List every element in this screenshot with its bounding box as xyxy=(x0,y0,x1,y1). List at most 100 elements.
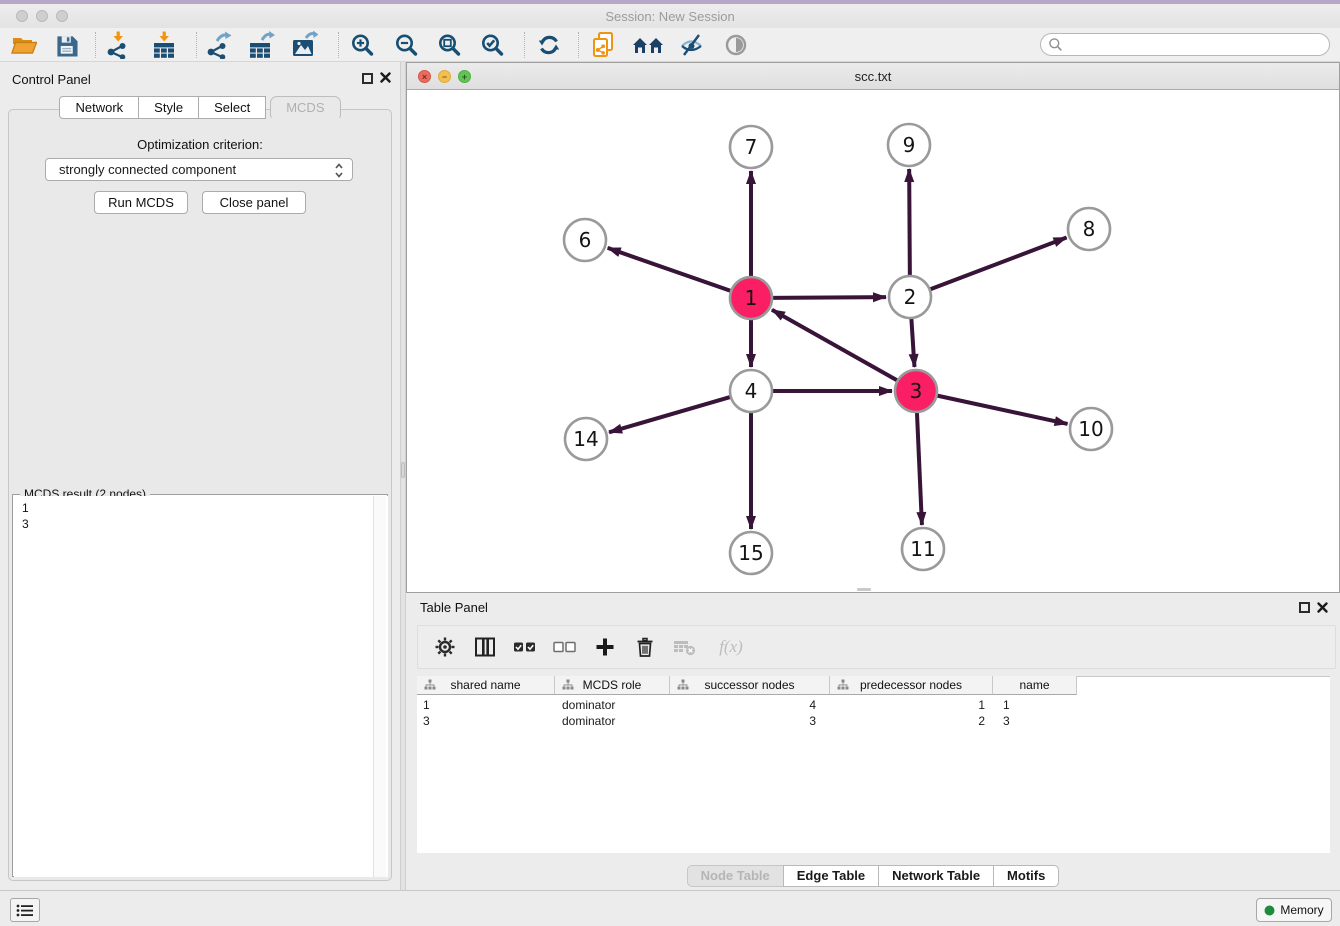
edge-1-6[interactable] xyxy=(608,248,732,291)
function-builder-icon[interactable]: f(x) xyxy=(712,634,750,660)
gear-icon[interactable] xyxy=(432,634,458,660)
node-3[interactable]: 3 xyxy=(895,370,937,412)
column-header-predecessor-nodes[interactable]: predecessor nodes xyxy=(830,676,993,695)
delete-icon[interactable] xyxy=(632,634,658,660)
sort-hierarchy-icon xyxy=(424,679,436,691)
cell[interactable]: dominator xyxy=(555,697,670,713)
tab-select[interactable]: Select xyxy=(198,96,266,119)
column-header-MCDS-role[interactable]: MCDS role xyxy=(555,676,670,695)
cell[interactable]: 3 xyxy=(670,713,830,729)
cell[interactable]: 2 xyxy=(830,713,993,729)
list-icon xyxy=(16,903,34,918)
memory-button[interactable]: Memory xyxy=(1256,898,1332,922)
mcds-result-list[interactable]: 13 xyxy=(14,496,388,877)
cell[interactable]: 1 xyxy=(993,697,1077,713)
export-image-icon[interactable] xyxy=(286,31,322,59)
edge-3-10[interactable] xyxy=(936,395,1068,424)
export-network-icon[interactable] xyxy=(200,31,236,59)
column-header-name[interactable]: name xyxy=(993,676,1077,695)
global-search-field[interactable] xyxy=(1040,33,1330,56)
tab-motifs[interactable]: Motifs xyxy=(993,865,1059,887)
zoom-in-icon[interactable] xyxy=(344,31,380,59)
app-titlebar[interactable]: Session: New Session xyxy=(0,4,1340,28)
node-14[interactable]: 14 xyxy=(565,418,607,460)
tab-mcds[interactable]: MCDS xyxy=(270,96,340,119)
zoom-fit-icon[interactable] xyxy=(431,31,467,59)
cell[interactable]: 3 xyxy=(417,713,555,729)
result-item: 1 xyxy=(22,500,388,516)
close-panel-icon[interactable] xyxy=(379,71,392,84)
table-panel: Table Panel f(x) shared nameMCDS rolesuc xyxy=(406,595,1340,890)
save-session-icon[interactable] xyxy=(48,31,84,59)
network-window-titlebar[interactable]: × − + scc.txt xyxy=(407,63,1339,90)
select-all-icon[interactable] xyxy=(512,634,538,660)
node-15[interactable]: 15 xyxy=(730,532,772,574)
node-1[interactable]: 1 xyxy=(730,277,772,319)
close-table-panel-icon[interactable] xyxy=(1316,601,1329,614)
first-neighbors-icon[interactable] xyxy=(630,31,666,59)
float-table-panel-icon[interactable] xyxy=(1299,602,1310,613)
tab-node-table[interactable]: Node Table xyxy=(687,865,784,887)
clone-network-icon[interactable] xyxy=(586,31,622,59)
memory-status-icon xyxy=(1264,905,1275,916)
window-title: Session: New Session xyxy=(0,9,1340,24)
result-scrollbar[interactable] xyxy=(373,496,386,877)
node-9[interactable]: 9 xyxy=(888,124,930,166)
hide-selected-icon[interactable] xyxy=(674,31,710,59)
zoom-out-icon[interactable] xyxy=(388,31,424,59)
cell[interactable]: 1 xyxy=(417,697,555,713)
edge-2-3[interactable] xyxy=(911,317,914,367)
edge-2-9[interactable] xyxy=(909,169,910,277)
node-4[interactable]: 4 xyxy=(730,370,772,412)
chevron-updown-icon xyxy=(334,162,344,179)
open-session-icon[interactable] xyxy=(6,31,42,59)
tab-edge-table[interactable]: Edge Table xyxy=(783,865,879,887)
add-icon[interactable] xyxy=(592,634,618,660)
splitter-handle[interactable] xyxy=(401,462,405,478)
node-2[interactable]: 2 xyxy=(889,276,931,318)
column-header-successor-nodes[interactable]: successor nodes xyxy=(670,676,830,695)
show-all-icon[interactable] xyxy=(718,31,754,59)
horizontal-splitter-handle[interactable] xyxy=(857,588,871,591)
cell[interactable]: dominator xyxy=(555,713,670,729)
control-panel-tabs: NetworkStyleSelectMCDS xyxy=(0,96,400,119)
network-graph[interactable]: 7 9 6 8 1 2 4 3 14 10 15 11 xyxy=(407,91,1339,592)
export-table-icon[interactable] xyxy=(243,31,279,59)
close-panel-button[interactable]: Close panel xyxy=(202,191,306,214)
table-row[interactable]: 1dominator411 xyxy=(417,697,1330,713)
table-row[interactable]: 3dominator323 xyxy=(417,713,1330,729)
task-history-button[interactable] xyxy=(10,898,40,922)
node-6[interactable]: 6 xyxy=(564,219,606,261)
deselect-all-icon[interactable] xyxy=(552,634,578,660)
edge-3-11[interactable] xyxy=(917,411,922,525)
cell[interactable]: 4 xyxy=(670,697,830,713)
node-label: 11 xyxy=(910,537,935,561)
node-8[interactable]: 8 xyxy=(1068,208,1110,250)
node-10[interactable]: 10 xyxy=(1070,408,1112,450)
cell[interactable]: 3 xyxy=(993,713,1077,729)
import-table-icon[interactable] xyxy=(146,31,182,59)
tab-style[interactable]: Style xyxy=(138,96,199,119)
zoom-selected-icon[interactable] xyxy=(474,31,510,59)
run-mcds-button[interactable]: Run MCDS xyxy=(94,191,188,214)
apply-layout-icon[interactable] xyxy=(531,31,567,59)
edge-4-14[interactable] xyxy=(609,397,732,433)
column-header-shared-name[interactable]: shared name xyxy=(417,676,555,695)
import-network-icon[interactable] xyxy=(100,31,136,59)
float-panel-icon[interactable] xyxy=(362,73,373,84)
delete-table-icon[interactable] xyxy=(672,634,698,660)
column-icon[interactable] xyxy=(472,634,498,660)
edge-3-1[interactable] xyxy=(772,310,899,381)
node-7[interactable]: 7 xyxy=(730,126,772,168)
node-11[interactable]: 11 xyxy=(902,528,944,570)
criterion-dropdown[interactable]: strongly connected component xyxy=(45,158,353,181)
cell[interactable]: 1 xyxy=(830,697,993,713)
edge-1-2[interactable] xyxy=(771,297,886,298)
edge-2-8[interactable] xyxy=(929,238,1067,290)
column-label: shared name xyxy=(450,678,520,692)
search-input[interactable] xyxy=(1063,38,1313,52)
network-canvas[interactable]: 7 9 6 8 1 2 4 3 14 10 15 11 xyxy=(407,91,1339,592)
tab-network[interactable]: Network xyxy=(59,96,139,119)
toolbar-separator xyxy=(95,32,96,58)
tab-network-table[interactable]: Network Table xyxy=(878,865,994,887)
